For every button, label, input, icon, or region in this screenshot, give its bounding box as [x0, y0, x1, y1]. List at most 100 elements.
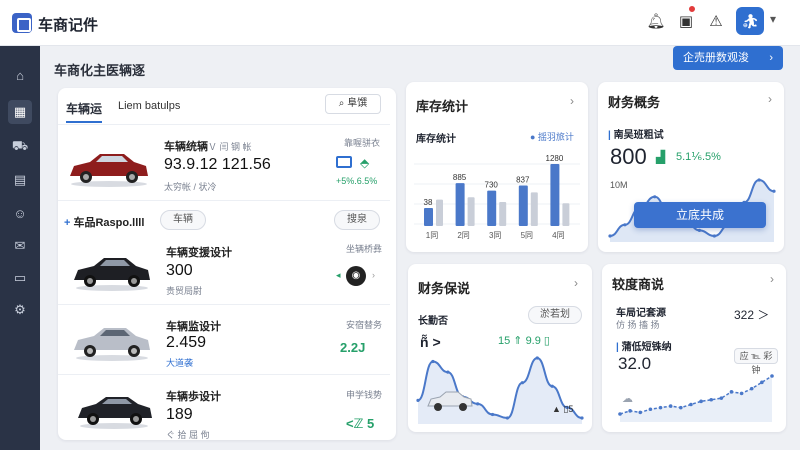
- tick-label: 3同: [489, 231, 501, 240]
- report-icon[interactable]: ▭: [8, 266, 32, 290]
- data-point: [550, 384, 554, 388]
- inventory-subtitle: 库存统计: [416, 134, 456, 145]
- featured-vehicle-right-label: 靠喔骈衣: [344, 138, 381, 148]
- inventory-legend: ● 揺羽旅计: [530, 132, 574, 142]
- chevron-right-icon[interactable]: ›: [770, 272, 774, 286]
- chart-up-icon: ▟: [656, 150, 666, 164]
- tick-label: 5同: [521, 231, 533, 240]
- settings-icon[interactable]: ⚙︎: [8, 298, 32, 322]
- car-image-black-1: [74, 258, 150, 291]
- trend-icon: ⬘: [360, 156, 370, 170]
- data-point: [679, 405, 683, 410]
- top-bar: 车商记件 🔔︎ ▣ ⚠︎ ⛹︎ ▾: [0, 0, 800, 46]
- vehicle-name: 车辆变援设计: [166, 247, 232, 259]
- tick-label: 1同: [426, 231, 438, 240]
- featured-vehicle-name: 车辆统辆: [164, 141, 208, 153]
- chevron-right-icon[interactable]: ›: [570, 94, 574, 108]
- progress-row2-filter[interactable]: 应 ℡ 彩 钟: [734, 348, 778, 375]
- dashboard-icon[interactable]: ▦: [8, 100, 32, 124]
- car-image-black-2: [78, 397, 152, 429]
- data-point: [476, 402, 480, 406]
- data-point: [628, 409, 632, 413]
- data-point: [697, 228, 702, 232]
- chevron-right-icon[interactable]: ›: [574, 276, 578, 290]
- search-icon: ⌕: [338, 98, 348, 109]
- featured-vehicle-value: 93.9.12 121.56: [164, 156, 271, 173]
- progress-row1-value: 322 ＞: [734, 308, 770, 322]
- divider: [58, 304, 390, 305]
- data-point: [772, 189, 776, 193]
- progress-row1-label: 车局记套源: [616, 308, 666, 319]
- vehicle-meta: ぐ 拾 屈 佝: [166, 430, 210, 440]
- section-title-text: 车品Raspo.llll: [73, 217, 145, 229]
- inventory-bar-chart: 38 1同 885 2同 730 3同 837 5同 1280 4同: [414, 154, 580, 240]
- filter-pill-vehicles[interactable]: 车辆: [160, 210, 206, 230]
- notification-icon[interactable]: ▣: [674, 10, 698, 34]
- data-point: [770, 374, 774, 378]
- tick-label: 4同: [552, 231, 564, 240]
- car-image-white: [427, 391, 473, 411]
- document-icon[interactable]: ▤: [8, 168, 32, 192]
- vehicle-right-label: 安宿替务: [346, 320, 383, 330]
- featured-vehicle-meta: 太穷帐 / 状冷: [164, 182, 217, 192]
- data-point: [757, 178, 761, 182]
- vehicle-right-label: 申学钱势: [346, 390, 383, 400]
- finance-overview-subtitle: | 南吴班粗试: [608, 130, 664, 141]
- data-point: [416, 398, 420, 402]
- progress-row2-label: | 蒲低短铢纳: [616, 342, 672, 353]
- tab-list[interactable]: Liem batulps: [118, 100, 180, 112]
- primary-action-button[interactable]: 企売册数观浚 ›: [673, 46, 783, 70]
- bar: [455, 183, 465, 226]
- data-point: [580, 416, 584, 420]
- notification-badge: [688, 5, 696, 13]
- search-button[interactable]: ⌕ 阜馔: [325, 94, 381, 114]
- chevron-right-icon[interactable]: ›: [768, 92, 772, 106]
- chevron-right-icon[interactable]: ›: [372, 270, 375, 280]
- data-point: [505, 416, 510, 420]
- alert-icon[interactable]: ⚠︎: [704, 10, 728, 34]
- car-image-silver: [74, 328, 150, 361]
- divider: [58, 124, 390, 125]
- chevron-right-icon: ›: [769, 52, 773, 64]
- data-point: [699, 399, 703, 404]
- data-point: [638, 410, 643, 415]
- data-point: [749, 386, 754, 391]
- finance-overview-action-button[interactable]: 立底共成: [634, 202, 766, 228]
- data-point: [653, 195, 657, 199]
- data-point: [623, 223, 627, 227]
- bar: [550, 164, 560, 226]
- user-icon[interactable]: ☺︎: [8, 202, 32, 226]
- chevron-down-icon[interactable]: ▾: [770, 12, 776, 26]
- data-label: 730: [485, 181, 499, 190]
- data-point: [760, 380, 764, 385]
- data-point: [739, 391, 744, 396]
- bar-secondary: [562, 203, 570, 226]
- bar: [518, 185, 528, 226]
- progress-line-chart: [618, 374, 774, 422]
- sidebar: ⌂ ▦ ⛟︎ ▤ ☺︎ ✉︎ ▭ ⚙︎: [0, 46, 40, 450]
- finance-talk-title: 财务保说: [418, 281, 471, 296]
- inventory-title: 库存统计: [416, 99, 469, 114]
- featured-vehicle-tag: Ｖ 闫 钢 帐: [208, 142, 252, 152]
- search-pill[interactable]: 搜泉: [334, 210, 380, 230]
- data-label: 885: [453, 173, 467, 182]
- tab-vehicles[interactable]: 车辆运: [66, 100, 103, 123]
- finance-talk-filter[interactable]: 淤若划: [528, 306, 582, 324]
- vehicle-right-label: 坐辆桥彝: [346, 244, 383, 254]
- data-point: [719, 396, 724, 400]
- primary-action-label: 企売册数观浚: [683, 52, 749, 64]
- data-point: [729, 390, 734, 394]
- progress-talk-title: 较度商说: [612, 277, 665, 292]
- bar-secondary: [467, 197, 475, 226]
- vehicle-name: 车辆歩设计: [166, 391, 221, 403]
- home-icon[interactable]: ⌂: [8, 64, 32, 88]
- tick-label: 2同: [457, 231, 469, 240]
- cloud-icon: ☁︎: [622, 393, 633, 405]
- car-icon[interactable]: ⛟︎: [8, 134, 32, 158]
- bell-icon[interactable]: 🔔︎: [644, 10, 668, 34]
- car-image-red: [70, 154, 148, 187]
- user-avatar[interactable]: ⛹︎: [736, 7, 764, 35]
- wheel-icon[interactable]: ◉: [346, 266, 366, 286]
- vehicle-right-value: <ℤ 5: [346, 416, 375, 431]
- message-icon[interactable]: ✉︎: [8, 234, 32, 258]
